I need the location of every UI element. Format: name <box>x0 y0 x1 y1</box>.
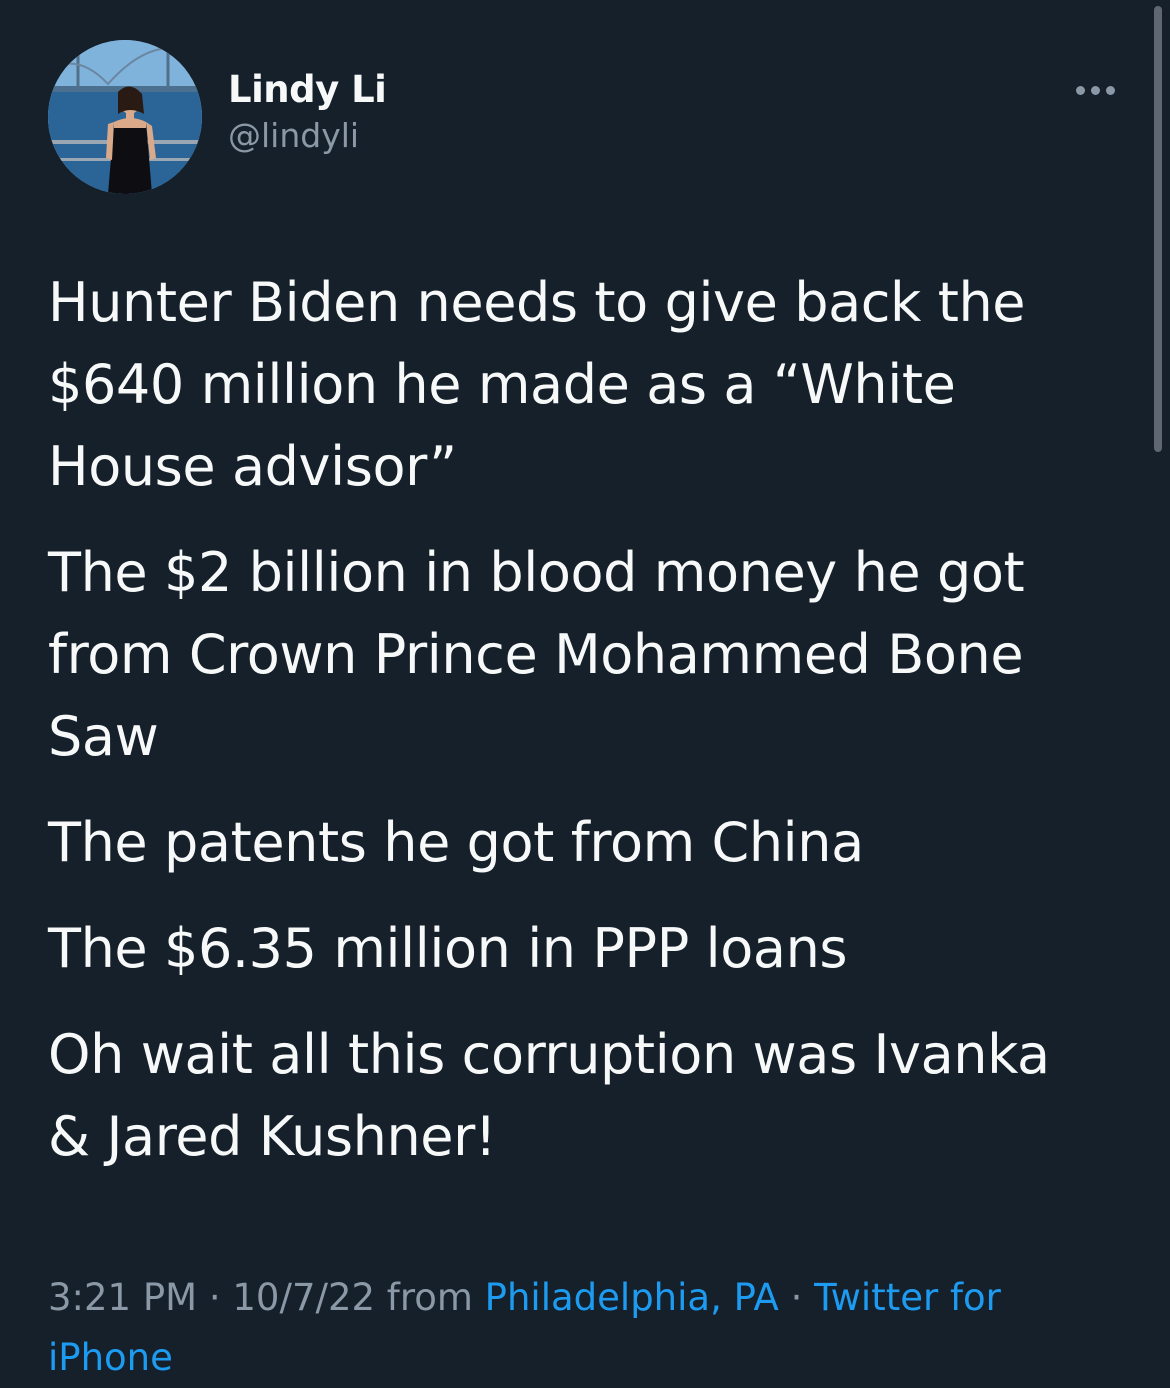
scrollbar[interactable] <box>1154 6 1162 452</box>
tweet-meta: 3:21 PM · 10/7/22 from Philadelphia, PA … <box>48 1268 1128 1388</box>
handle[interactable]: @lindyli <box>228 114 386 158</box>
ellipsis-icon-dot <box>1090 85 1100 95</box>
ellipsis-icon-dot <box>1075 85 1085 95</box>
tweet-header: Lindy Li @lindyli <box>48 40 1128 196</box>
tweet-paragraph: The $6.35 million in PPP loans <box>48 917 848 980</box>
tweet: Lindy Li @lindyli Hunter Biden needs to … <box>0 0 1170 1379</box>
ellipsis-icon-dot <box>1105 85 1115 95</box>
separator: · <box>197 1276 233 1319</box>
display-name[interactable]: Lindy Li <box>228 68 387 112</box>
from-label: from <box>375 1276 485 1319</box>
tweet-text: Hunter Biden needs to give back the $640… <box>48 262 1128 1202</box>
tweet-paragraph: Hunter Biden needs to give back the $640… <box>48 271 1026 498</box>
tweet-paragraph: The patents he got from China <box>48 811 864 874</box>
author-names: Lindy Li @lindyli <box>228 68 387 158</box>
location-link[interactable]: Philadelphia, PA <box>485 1276 779 1319</box>
tweet-paragraph: Oh wait all this corruption was Ivanka &… <box>48 1023 1050 1168</box>
tweet-date[interactable]: 10/7/22 <box>232 1276 375 1319</box>
tweet-paragraph: The $2 billion in blood money he got fro… <box>48 541 1025 768</box>
separator: · <box>778 1276 815 1319</box>
avatar[interactable] <box>48 40 202 194</box>
tweet-time[interactable]: 3:21 PM <box>48 1276 197 1319</box>
more-options-button[interactable] <box>1070 78 1120 102</box>
profile-photo-icon <box>48 40 202 194</box>
